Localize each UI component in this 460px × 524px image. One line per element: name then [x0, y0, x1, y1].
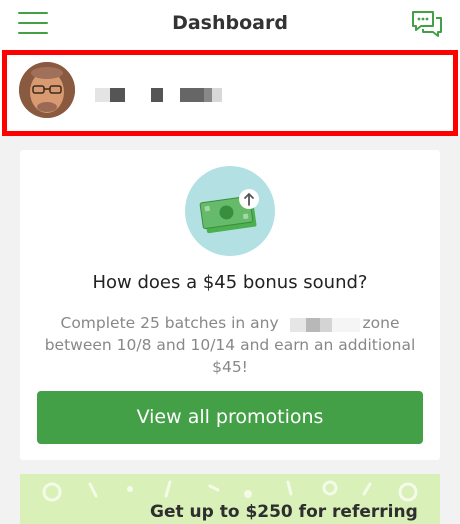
referral-text: Get up to $250 for referring: [150, 502, 418, 522]
cash-bonus-icon: [185, 166, 275, 256]
page-title: Dashboard: [172, 12, 288, 34]
view-all-promotions-button[interactable]: View all promotions: [37, 391, 423, 444]
promotion-title: How does a $45 bonus sound?: [92, 272, 368, 293]
referral-banner[interactable]: Get up to $250 for referring: [20, 474, 440, 524]
avatar-photo: [19, 62, 75, 118]
redacted-zone-name: [290, 318, 360, 332]
user-avatar[interactable]: [19, 62, 75, 118]
chat-bubbles-icon[interactable]: [410, 8, 444, 40]
promotion-description-start: Complete 25 batches in any: [60, 314, 279, 332]
promotion-description: Complete 25 batches in any zone between …: [30, 312, 430, 378]
redacted-user-name: [95, 88, 222, 102]
